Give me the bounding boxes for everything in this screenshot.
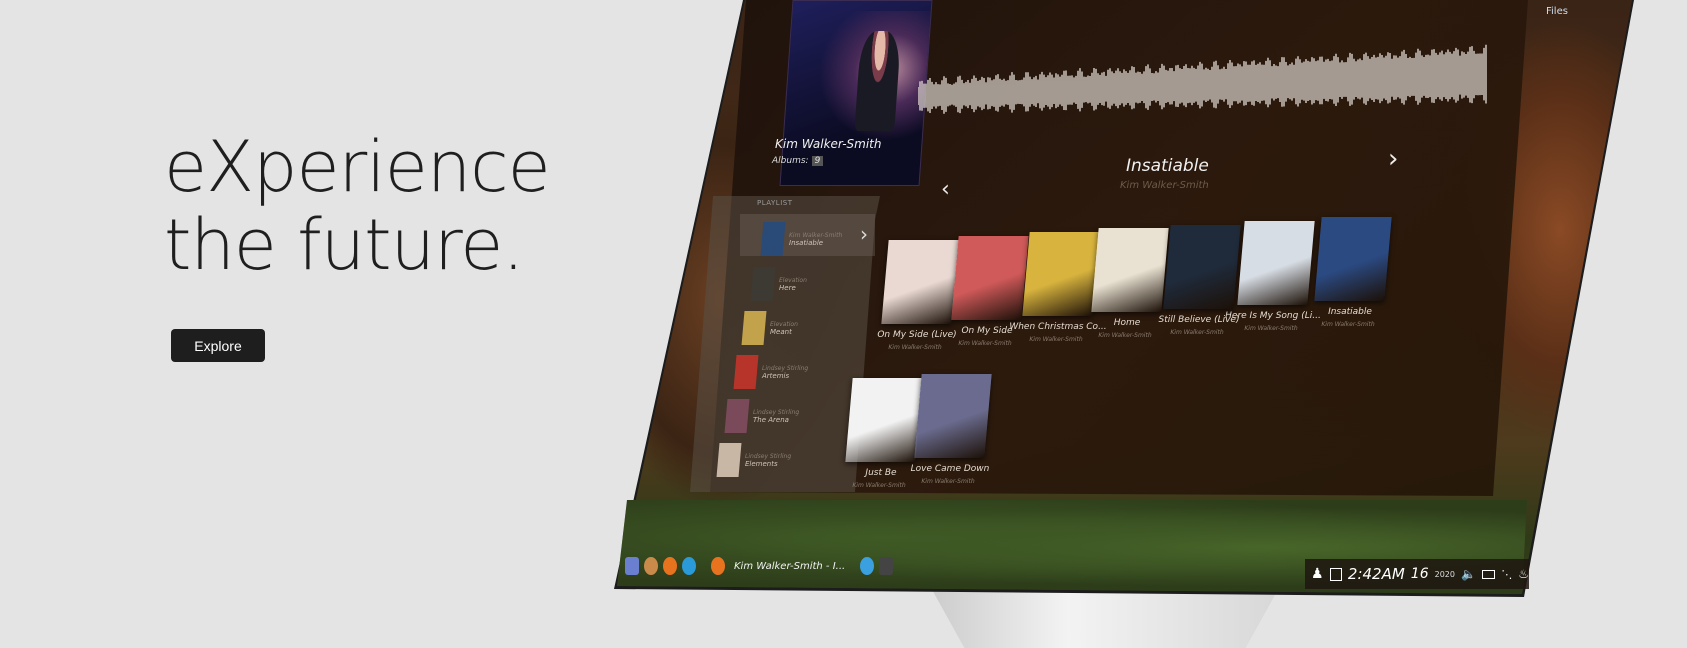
playlist-header: PLAYLIST [757,199,793,207]
playlist-item-title: Elements [745,459,778,468]
taskbar-window-title[interactable]: Kim Walker-Smith - I... [734,561,845,572]
files-app-icon[interactable] [644,557,658,575]
playlist-item[interactable]: Lindsey Stirling Elements [716,443,791,477]
album-artist: Kim Walker-Smith [1321,321,1375,328]
playlist-item-title: Meant [770,327,792,336]
playlist-item-meta: Elevation Here [779,277,807,292]
media-app-icon[interactable] [663,557,677,575]
battery-icon[interactable] [1481,569,1496,579]
playlist-item[interactable]: Elevation Here [750,267,807,301]
playlist-item-artist: Kim Walker-Smith [789,231,843,239]
album-cover[interactable] [881,240,959,324]
date-year: 2020 [1434,569,1455,579]
browser-app-icon[interactable] [860,557,875,575]
album-cover[interactable] [1091,228,1169,312]
album-title[interactable]: Love Came Down [900,464,1000,474]
playlist-item[interactable]: Lindsey Stirling Artemis [733,355,808,389]
taskbar-left: Kim Walker-Smith - I... [625,557,894,575]
app-menu-icon[interactable] [625,557,639,575]
playlist-item-meta: Lindsey Stirling The Arena [753,409,799,424]
playlist-item-artist: Lindsey Stirling [762,364,809,372]
terminal-app-icon[interactable] [879,557,894,575]
album-cover[interactable] [1314,217,1392,301]
albums-count: 9 [811,156,824,166]
album-cover[interactable] [1237,221,1315,305]
playlist-item-artist: Lindsey Stirling [745,452,792,460]
playlist-item-meta: Lindsey Stirling Artemis [762,365,808,380]
now-playing-title: Insatiable [1126,156,1209,176]
playlist-item-artist: Elevation [770,320,798,328]
playlist-item-thumbnail [716,443,742,477]
playlist-item[interactable]: Lindsey Stirling The Arena [724,399,799,433]
playlist-item-meta: Elevation Meant [770,321,798,336]
window-icon[interactable] [1329,567,1342,581]
user-icon[interactable]: ♟ [1311,566,1324,582]
desktop-files-label[interactable]: Files [1546,6,1568,17]
album-cover[interactable] [1163,225,1241,309]
playlist-item-title: The Arena [753,415,789,424]
system-tray: ♟ 2:42AM 16 2020 🔈 ⋱ ♨ [1305,559,1529,589]
playlist-item[interactable]: Kim Walker-Smith Insatiable [760,222,842,256]
playlist-item-artist: Elevation [779,276,807,284]
playlist-item-meta: Kim Walker-Smith Insatiable [789,232,842,247]
artist-name: Kim Walker-Smith [775,137,882,151]
albums-label: Albums: [772,156,809,166]
playlist-item[interactable]: Elevation Meant [741,311,798,345]
playlist-item-artist: Lindsey Stirling [753,408,800,416]
chevron-right-icon[interactable]: › [860,222,868,246]
playlist-item-thumbnail [750,267,776,301]
album-cover[interactable] [951,236,1029,320]
album-artist: Kim Walker-Smith [921,478,975,485]
artist-albums: Albums: 9 [772,156,824,166]
store-app-icon[interactable] [682,557,696,575]
playlist-item-thumbnail [760,222,786,256]
album-cover[interactable] [1022,232,1100,316]
audio-waveform[interactable] [918,36,1488,132]
playlist-item-thumbnail [724,399,750,433]
album-cover[interactable] [914,374,992,458]
playlist-item-thumbnail [733,355,759,389]
now-playing-artist: Kim Walker-Smith [1120,180,1209,191]
network-icon[interactable]: ⋱ [1501,568,1512,581]
playlist-item-thumbnail [741,311,767,345]
album-title[interactable]: Insatiable [1300,307,1400,317]
speaker-icon[interactable]: 🔈 [1461,567,1476,581]
album-cover[interactable] [845,378,923,462]
music-app-icon[interactable] [711,557,725,575]
playlist-item-title: Insatiable [789,238,824,247]
playlist-item-title: Artemis [762,371,790,380]
chevron-left-icon[interactable]: ‹ [941,177,950,202]
playlist-item-meta: Lindsey Stirling Elements [745,453,791,468]
clock[interactable]: 2:42AM [1348,565,1405,583]
bell-icon[interactable]: ♨ [1518,567,1529,581]
date-day[interactable]: 16 [1411,566,1429,582]
chevron-right-icon[interactable]: › [1388,144,1398,174]
playlist-item-title: Here [779,283,796,292]
